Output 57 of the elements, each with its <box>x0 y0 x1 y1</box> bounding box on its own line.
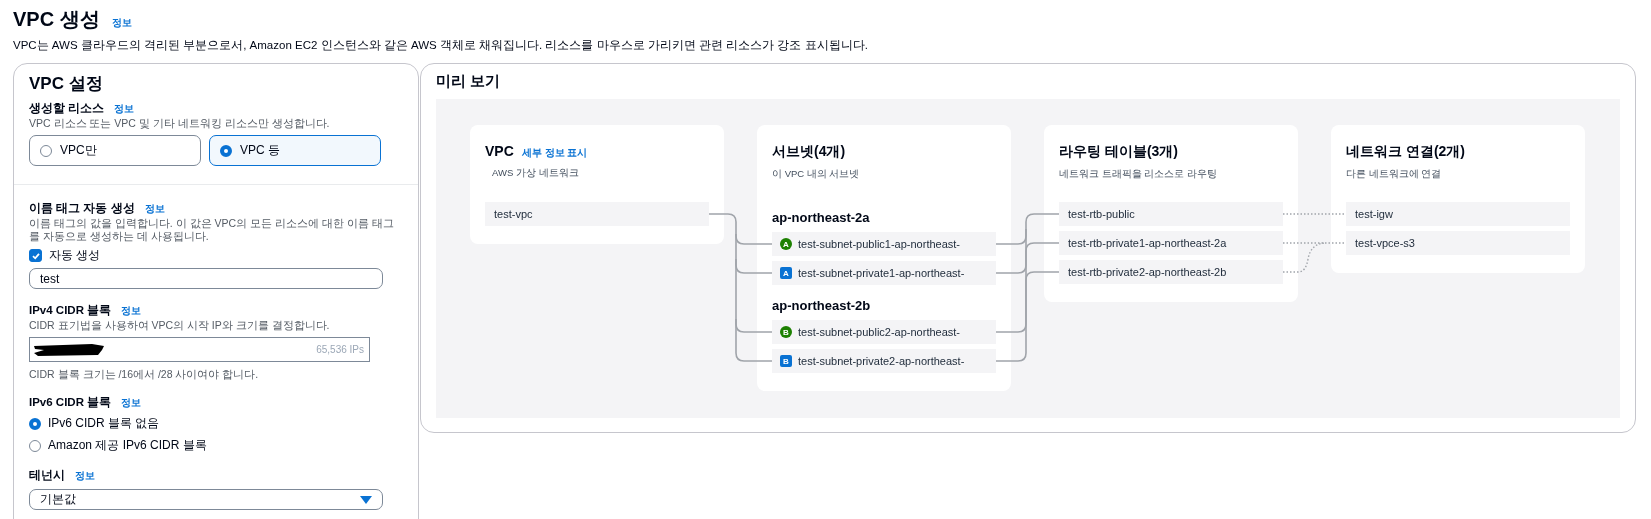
subnet-badge: B <box>780 355 792 367</box>
field-description: VPC 리소스 또는 VPC 및 기타 네트워킹 리소스만 생성합니다. <box>29 117 331 130</box>
radio-button[interactable] <box>29 439 41 452</box>
resource-row[interactable]: test-rtb-public <box>1059 202 1283 226</box>
page-title: VPC 생성 <box>13 7 100 32</box>
resource-row[interactable]: test-rtb-private2-ap-northeast-2b <box>1059 260 1283 284</box>
resource-row[interactable]: test-vpc <box>485 202 709 226</box>
info-link[interactable]: 정보 <box>111 16 132 30</box>
connector-line <box>1282 213 1347 215</box>
field-description: CIDR 표기법을 사용하여 VPC의 시작 IP와 크기를 결정합니다. <box>29 319 331 332</box>
field-label: IPv4 CIDR 블록 <box>29 303 112 318</box>
subnet-name[interactable]: test-subnet-private2-ap-northeast- <box>798 355 965 367</box>
subnet-badge: A <box>780 267 792 279</box>
info-link[interactable]: 정보 <box>75 469 95 483</box>
card-description: 네트워크 트래픽을 리소스로 라우팅 <box>1059 168 1218 181</box>
info-link[interactable]: 정보 <box>121 396 142 410</box>
radio-tile[interactable]: VPC 등 <box>209 135 381 166</box>
field-hint: CIDR 블록 크기는 /16에서 /28 사이여야 합니다. <box>29 368 260 381</box>
card-description: AWS 가상 네트워크 <box>491 167 580 180</box>
caret-icon <box>360 495 372 504</box>
field-label: 테넌시 <box>29 468 65 483</box>
zone-label: ap-northeast-2a <box>772 209 870 225</box>
card-title: 라우팅 테이블(3개) <box>1059 143 1178 161</box>
field-description: 이름 태그의 값을 입력합니다. 이 값은 VPC의 모든 리소스에 대한 이름 태그를 자동으로 생성하는 데 사용됩니다. <box>29 217 395 243</box>
card-description: 다른 네트워크에 연결 <box>1346 168 1443 181</box>
checkbox[interactable]: 자동 생성 <box>29 247 404 264</box>
subnet-name[interactable]: test-subnet-public1-ap-northeast- <box>798 238 961 250</box>
info-link[interactable]: 정보 <box>144 202 165 216</box>
card-title: VPC <box>485 143 514 159</box>
panel-title: 미리 보기 <box>436 72 502 91</box>
resource-row[interactable]: test-rtb-private1-ap-northeast-2a <box>1059 231 1283 255</box>
resource-row[interactable]: test-vpce-s3 <box>1346 231 1570 255</box>
subnet-badge: B <box>780 326 792 338</box>
card-description: 이 VPC 내의 서브넷 <box>772 168 861 181</box>
details-link[interactable]: 세부 정보 표시 <box>521 146 588 160</box>
zone-label: ap-northeast-2b <box>772 297 871 313</box>
page-description: VPC는 AWS 클라우드의 격리된 부분으로서, Amazon EC2 인스턴스와 같은 AWS 객체로 채워집니다. 리소스를 마우스로 가리키면 관련 리소스가 강조 표시됩니다. <box>13 38 869 53</box>
radio-label[interactable]: Amazon 제공 IPv6 CIDR 블록 <box>48 437 207 454</box>
check-icon <box>30 250 41 261</box>
info-link[interactable]: 정보 <box>114 102 135 116</box>
card-title: 네트워크 연결(2개) <box>1346 143 1465 161</box>
field-label: 이름 태그 자동 생성 <box>29 201 135 216</box>
subnet-name[interactable]: test-subnet-private1-ap-northeast- <box>798 267 965 279</box>
subnet-badge: A <box>780 238 792 250</box>
info-link[interactable]: 정보 <box>121 304 142 318</box>
select-field[interactable]: 기본값 <box>29 489 383 510</box>
card-title: 서브넷(4개) <box>772 143 846 161</box>
ip-count: 65,536 IPs <box>316 344 364 355</box>
field-label: IPv6 CIDR 블록 <box>29 395 112 410</box>
input-field[interactable]: test <box>29 268 383 289</box>
radio-label[interactable]: IPv6 CIDR 블록 없음 <box>48 415 160 432</box>
subnet-name[interactable]: test-subnet-public2-ap-northeast- <box>798 326 961 338</box>
radio-tile[interactable]: VPC만 <box>29 135 201 166</box>
panel-title: VPC 설정 <box>29 73 104 95</box>
resource-row[interactable]: test-igw <box>1346 202 1570 226</box>
radio-button[interactable] <box>29 417 41 430</box>
field-label: 생성할 리소스 <box>29 101 105 116</box>
